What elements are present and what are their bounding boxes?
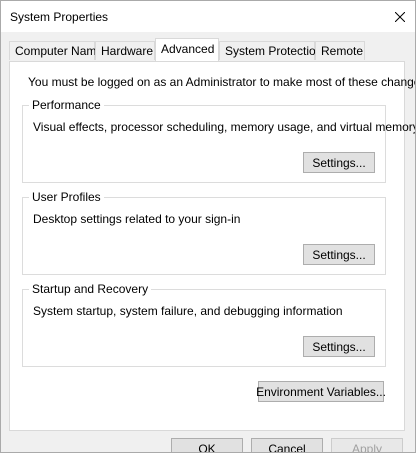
startup-recovery-settings-button[interactable]: Settings... <box>303 336 375 357</box>
apply-button[interactable]: Apply <box>331 438 403 452</box>
performance-label: Performance <box>29 98 104 112</box>
startup-recovery-label: Startup and Recovery <box>29 282 152 296</box>
performance-group: Performance Visual effects, processor sc… <box>22 98 415 183</box>
startup-recovery-description: System startup, system failure, and debu… <box>33 304 343 318</box>
tab-hardware[interactable]: Hardware <box>95 41 155 60</box>
tab-system-protection[interactable]: System Protection <box>219 41 322 60</box>
user-profiles-label: User Profiles <box>29 190 104 204</box>
environment-variables-button[interactable]: Environment Variables... <box>256 381 386 402</box>
tab-computer-name[interactable]: Computer Name <box>9 41 103 60</box>
performance-description: Visual effects, processor scheduling, me… <box>33 120 416 134</box>
tab-strip: Computer Name Hardware Advanced System P… <box>9 38 409 61</box>
user-profiles-description: Desktop settings related to your sign-in <box>33 212 241 226</box>
system-properties-window: System Properties Computer Name Hardware… <box>0 0 416 453</box>
tab-advanced[interactable]: Advanced <box>155 38 219 61</box>
title-bar: System Properties <box>1 1 415 32</box>
close-icon <box>395 11 405 22</box>
user-profiles-settings-button[interactable]: Settings... <box>303 244 375 265</box>
close-button[interactable] <box>385 1 415 32</box>
user-profiles-group: User Profiles Desktop settings related t… <box>22 190 386 275</box>
startup-recovery-group: Startup and Recovery System startup, sys… <box>22 282 386 367</box>
tab-remote[interactable]: Remote <box>315 41 365 60</box>
window-title: System Properties <box>10 10 109 24</box>
ok-button[interactable]: OK <box>171 438 243 452</box>
cancel-button[interactable]: Cancel <box>251 438 323 452</box>
advanced-tab-panel: You must be logged on as an Administrato… <box>9 61 415 431</box>
performance-settings-button[interactable]: Settings... <box>303 152 375 173</box>
admin-notice: You must be logged on as an Administrato… <box>28 75 416 89</box>
